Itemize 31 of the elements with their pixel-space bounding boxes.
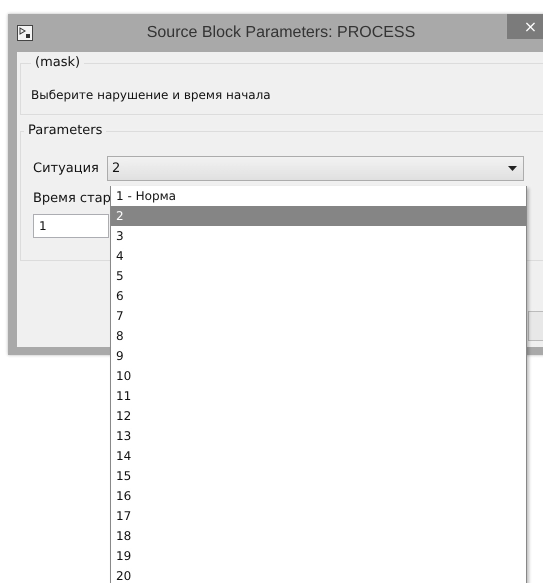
option-item[interactable]: 12 [111,406,526,426]
description-text: Выберите нарушение и время начала [30,87,272,102]
option-item[interactable]: 1 - Норма [111,186,526,206]
option-item[interactable]: 11 [111,386,526,406]
group-title: (mask) [31,55,84,70]
option-item[interactable]: 18 [111,526,526,546]
option-item[interactable]: 19 [111,546,526,566]
situation-dropdown[interactable]: 2 [107,156,524,181]
option-item[interactable]: 17 [111,506,526,526]
window-title: Source Block Parameters: PROCESS [146,24,416,42]
option-item[interactable]: 9 [111,346,526,366]
close-button[interactable]: × [507,14,543,39]
option-item[interactable]: 7 [111,306,526,326]
field-label: Время стар [33,191,111,206]
option-item[interactable]: 6 [111,286,526,306]
option-item[interactable]: 13 [111,426,526,446]
option-item[interactable]: 16 [111,486,526,506]
option-item[interactable]: 2 [111,206,526,226]
option-item[interactable]: 15 [111,466,526,486]
option-item[interactable]: 5 [111,266,526,286]
caret-icon [508,166,517,171]
dialog-button[interactable] [528,311,543,341]
start-time-field[interactable]: 1 [33,214,109,238]
option-item[interactable]: 4 [111,246,526,266]
option-item[interactable]: 8 [111,326,526,346]
option-item[interactable]: 20 [111,566,526,583]
option-item[interactable]: 3 [111,226,526,246]
option-item[interactable]: 14 [111,446,526,466]
block-icon [17,25,33,41]
field-label: Ситуация [33,161,100,176]
option-item[interactable]: 10 [111,366,526,386]
